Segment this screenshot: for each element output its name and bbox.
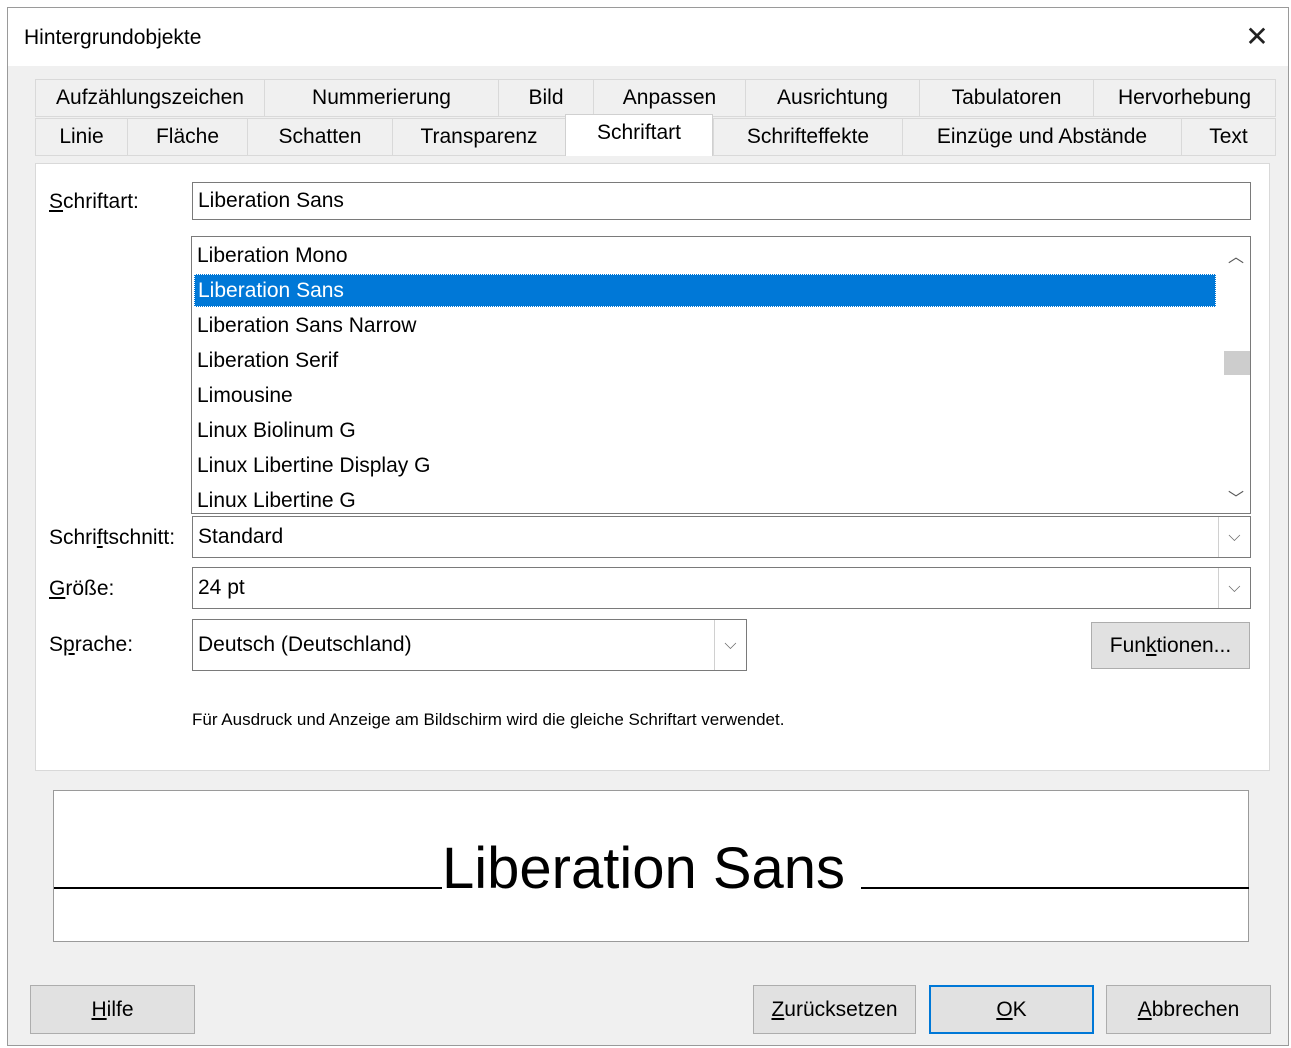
- font-family-list[interactable]: Liberation Mono Liberation Sans Liberati…: [191, 236, 1251, 514]
- chevron-down-icon[interactable]: ⌵: [1218, 568, 1250, 608]
- font-size-combobox[interactable]: 24 pt ⌵: [192, 567, 1251, 609]
- tab-hervorhebung[interactable]: Hervorhebung: [1093, 79, 1276, 117]
- help-button[interactable]: Hilfe: [30, 985, 195, 1034]
- window-title: Hintergrundobjekte: [24, 26, 202, 49]
- list-item[interactable]: Liberation Sans Narrow: [194, 309, 1216, 342]
- language-value: Deutsch (Deutschland): [198, 633, 412, 656]
- title-bar: Hintergrundobjekte ✕: [8, 8, 1288, 66]
- scrollbar-thumb[interactable]: [1224, 351, 1250, 375]
- tab-tabulatoren[interactable]: Tabulatoren: [919, 79, 1093, 117]
- preview-baseline-right: [861, 887, 1249, 889]
- tab-label: Transparenz: [420, 125, 538, 148]
- ok-button[interactable]: OK: [929, 985, 1094, 1034]
- font-family-label: Schriftart:: [49, 190, 139, 213]
- tab-text[interactable]: Text: [1181, 118, 1276, 156]
- language-combobox[interactable]: Deutsch (Deutschland) ⌵: [192, 619, 747, 671]
- tab-flaeche[interactable]: Fläche: [127, 118, 247, 156]
- list-item[interactable]: Limousine: [194, 379, 1216, 412]
- font-preview: Liberation Sans: [53, 790, 1249, 942]
- font-family-value: Liberation Sans: [198, 189, 344, 212]
- font-size-label: Größe:: [49, 577, 115, 600]
- tab-einzuege-und-abstaende[interactable]: Einzüge und Abstände: [902, 118, 1181, 156]
- tab-transparenz[interactable]: Transparenz: [392, 118, 565, 156]
- chevron-down-icon[interactable]: ⌵: [714, 620, 746, 670]
- font-style-value: Standard: [198, 525, 284, 548]
- tab-schriftart[interactable]: Schriftart: [565, 114, 713, 156]
- tab-bild[interactable]: Bild: [498, 79, 593, 117]
- cancel-button[interactable]: Abbrechen: [1106, 985, 1271, 1034]
- tab-label: Hervorhebung: [1117, 86, 1252, 109]
- tab-label: Linie: [59, 125, 104, 148]
- tab-label: Text: [1209, 125, 1248, 148]
- preview-text: Liberation Sans: [442, 836, 846, 901]
- font-size-value: 24 pt: [198, 576, 245, 599]
- tab-label: Nummerierung: [312, 86, 451, 109]
- font-dialog: Hintergrundobjekte ✕ Aufzählungszeichen …: [7, 7, 1289, 1046]
- reset-button[interactable]: Zurücksetzen: [753, 985, 916, 1034]
- tab-aufzaehlungszeichen[interactable]: Aufzählungszeichen: [35, 79, 264, 117]
- tab-schrifteffekte[interactable]: Schrifteffekte: [713, 118, 902, 156]
- tab-anpassen[interactable]: Anpassen: [593, 79, 745, 117]
- list-scrollbar[interactable]: ︿ ﹀: [1220, 237, 1250, 513]
- preview-baseline-left: [54, 887, 442, 889]
- language-label: Sprache:: [49, 633, 134, 656]
- info-text: Für Ausdruck und Anzeige am Bildschirm w…: [192, 710, 785, 729]
- close-icon[interactable]: ✕: [1238, 18, 1276, 56]
- list-item[interactable]: Linux Libertine G: [194, 484, 1216, 513]
- chevron-up-icon[interactable]: ︿: [1228, 243, 1244, 266]
- font-family-input[interactable]: Liberation Sans: [192, 182, 1251, 220]
- tab-label: Schriftart: [596, 121, 682, 144]
- tab-schatten[interactable]: Schatten: [247, 118, 392, 156]
- tab-label: Bild: [528, 86, 564, 109]
- tab-row-2: Linie Fläche Schatten Transparenz Schrif…: [35, 114, 1276, 156]
- tab-ausrichtung[interactable]: Ausrichtung: [745, 79, 919, 117]
- tab-label: Anpassen: [622, 86, 717, 109]
- chevron-down-icon[interactable]: ⌵: [1218, 517, 1250, 557]
- tab-label: Tabulatoren: [951, 86, 1062, 109]
- tab-nummerierung[interactable]: Nummerierung: [264, 79, 498, 117]
- list-item-selected[interactable]: Liberation Sans: [194, 274, 1216, 307]
- list-item[interactable]: Liberation Mono: [194, 239, 1216, 272]
- tab-label: Einzüge und Abstände: [936, 125, 1148, 148]
- tab-label: Schrifteffekte: [746, 125, 870, 148]
- chevron-down-icon[interactable]: ﹀: [1228, 485, 1244, 508]
- list-item[interactable]: Linux Biolinum G: [194, 414, 1216, 447]
- tab-label: Aufzählungszeichen: [56, 86, 244, 109]
- tab-label: Fläche: [155, 125, 220, 148]
- features-button[interactable]: Fun k tionen...: [1091, 622, 1250, 669]
- tab-linie[interactable]: Linie: [35, 118, 127, 156]
- font-style-label: Schriftschnitt:: [49, 526, 176, 549]
- list-item[interactable]: Linux Libertine Display G: [194, 449, 1216, 482]
- tab-label: Ausrichtung: [777, 86, 888, 109]
- tab-row-1: Aufzählungszeichen Nummerierung Bild Anp…: [35, 79, 1276, 117]
- font-style-combobox[interactable]: Standard ⌵: [192, 516, 1251, 558]
- list-item[interactable]: Liberation Serif: [194, 344, 1216, 377]
- tab-label: Schatten: [278, 125, 362, 148]
